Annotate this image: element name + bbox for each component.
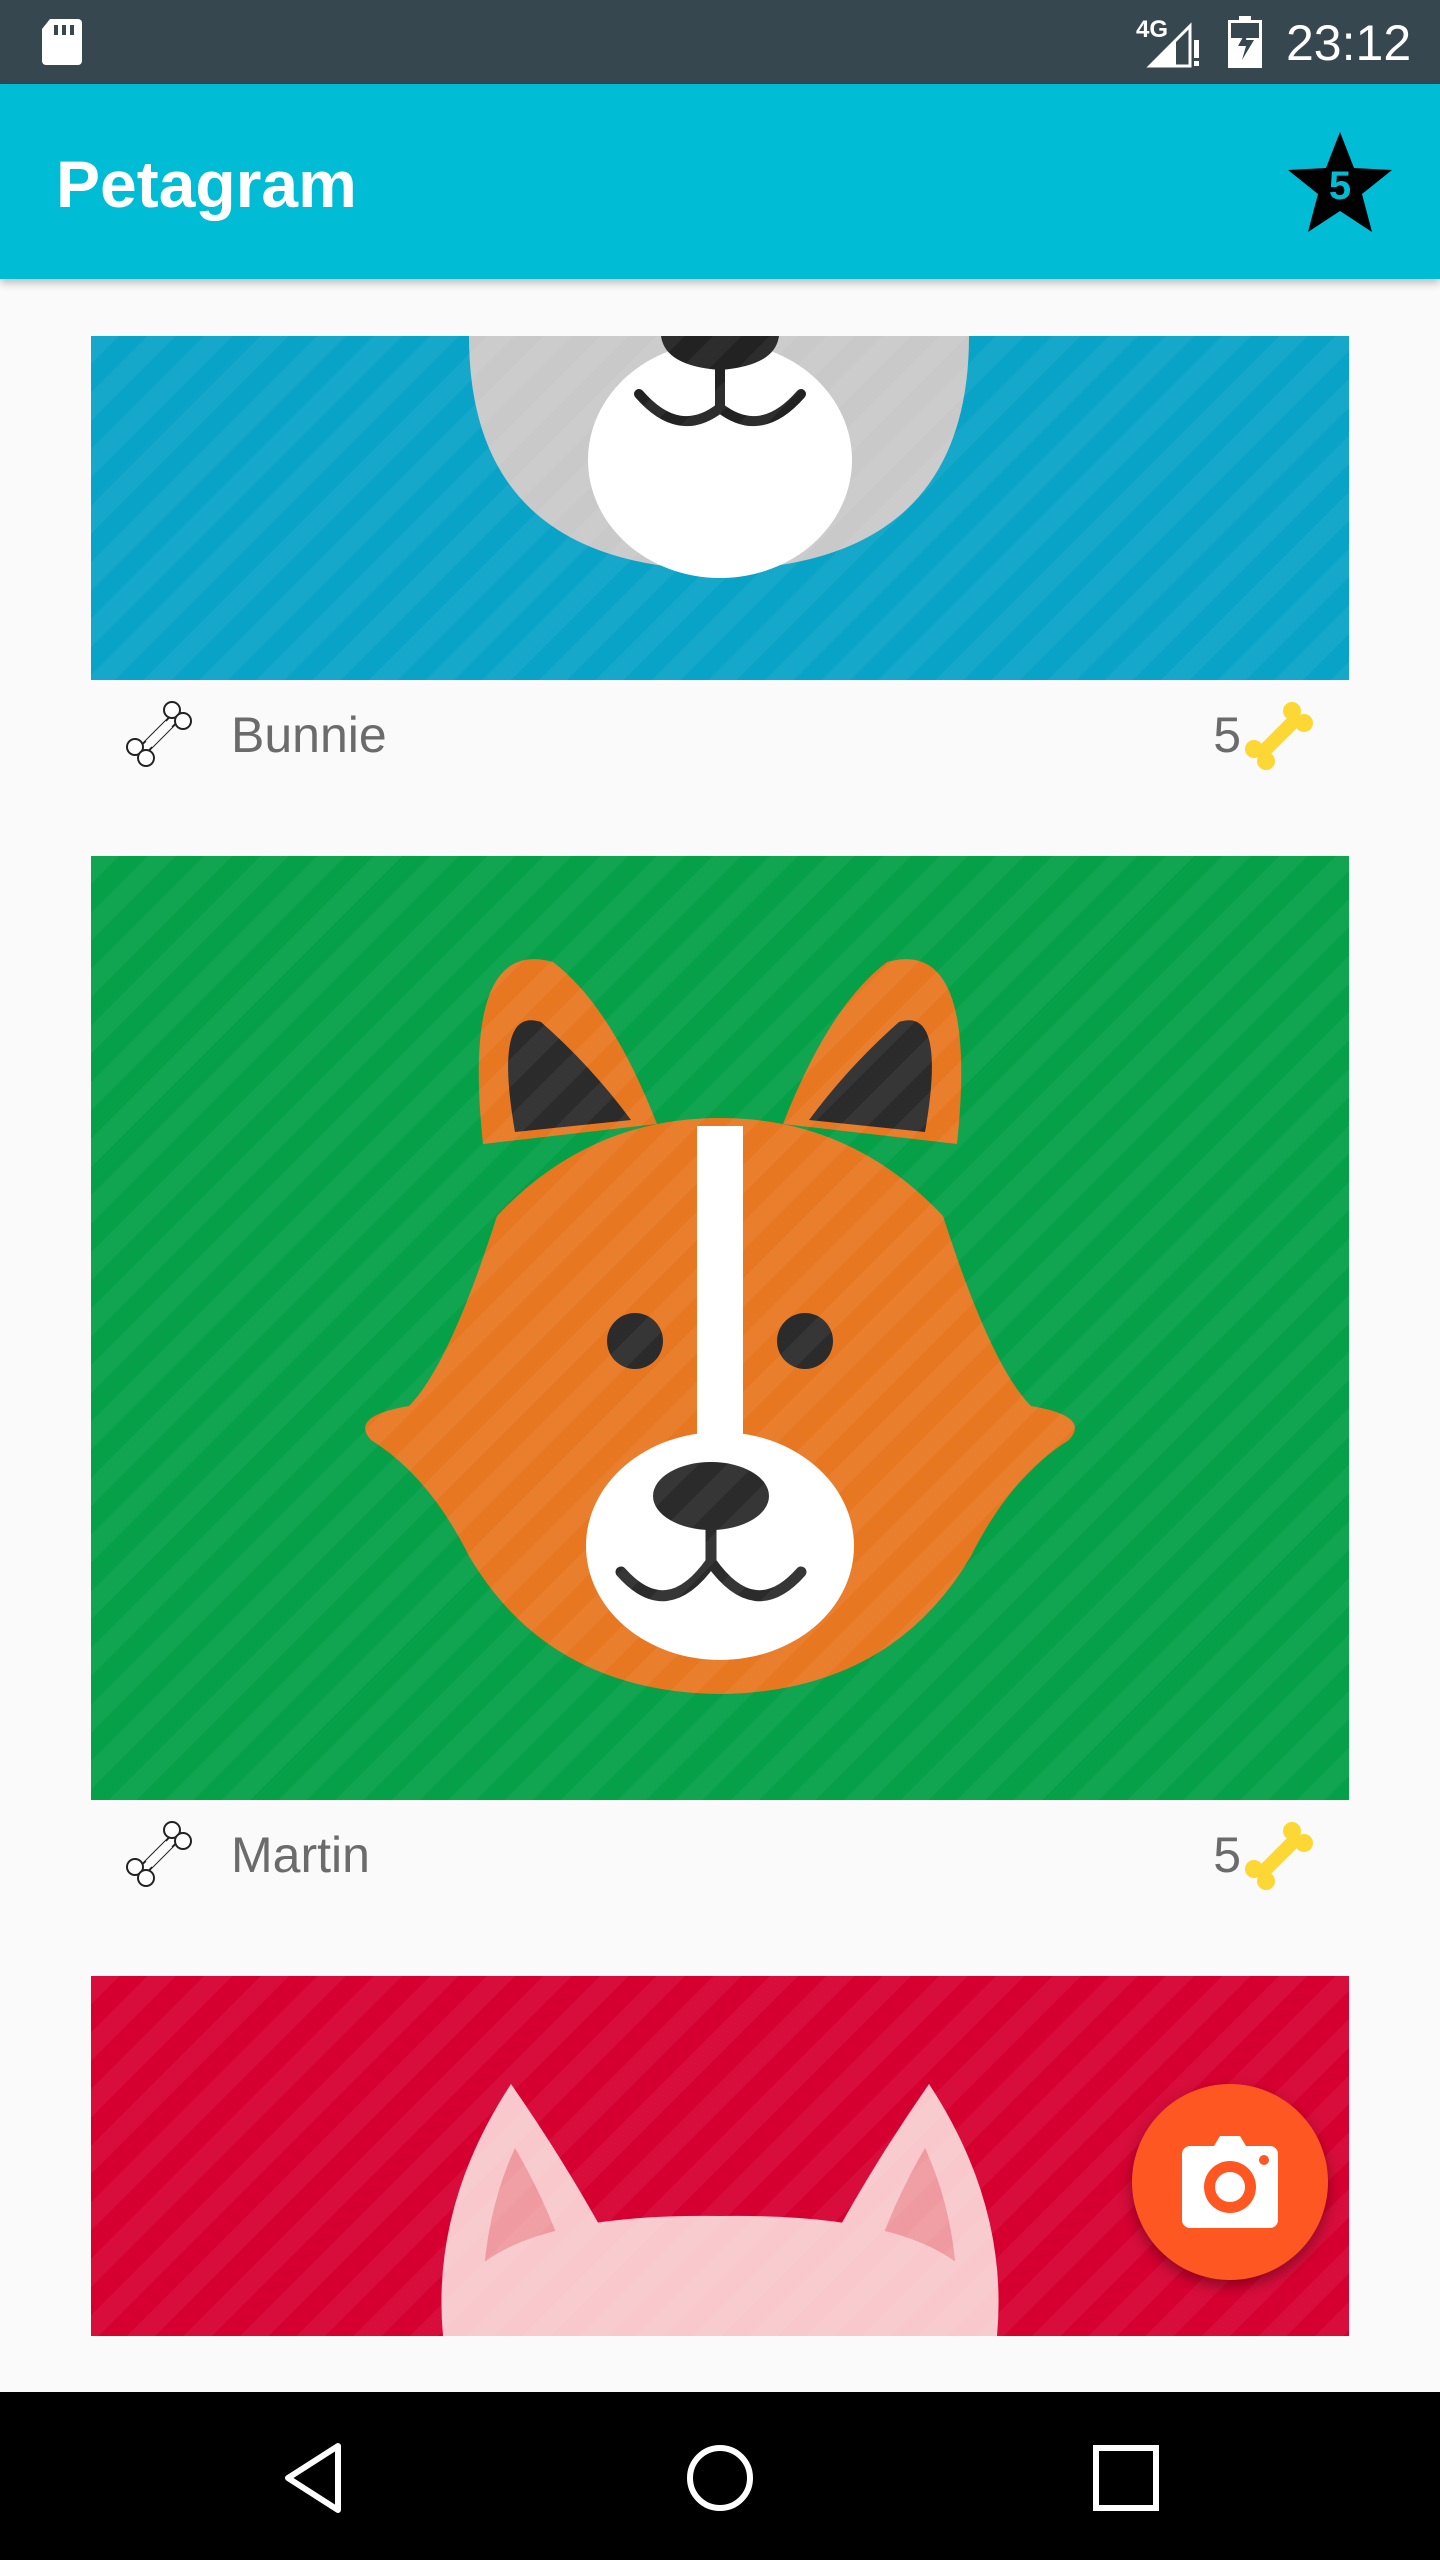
like-count: 5	[1213, 1827, 1241, 1883]
app-title: Petagram	[56, 147, 357, 221]
recents-icon[interactable]	[1086, 2438, 1166, 2518]
pet-image[interactable]	[91, 856, 1349, 1800]
pet-card-footer: Martin 5	[91, 1802, 1349, 1906]
camera-fab[interactable]	[1132, 2084, 1328, 2280]
sd-card-icon	[42, 19, 82, 65]
pet-name: Martin	[231, 1827, 370, 1883]
home-icon[interactable]	[680, 2438, 760, 2518]
clock: 23:12	[1286, 15, 1412, 71]
navigation-bar	[0, 2392, 1440, 2560]
bone-yellow-icon	[1245, 702, 1313, 770]
pet-image[interactable]	[91, 336, 1349, 680]
screen: 4G 23:12 Petagram 5 Bunnie 5 Martin 5	[0, 0, 1440, 2560]
back-icon[interactable]	[276, 2438, 356, 2518]
bone-yellow-icon	[1245, 1822, 1313, 1890]
favorites-count: 5	[1328, 164, 1352, 208]
bone-outline-icon[interactable]	[123, 1818, 195, 1890]
camera-icon	[1182, 2136, 1278, 2228]
pet-card-footer: Bunnie 5	[91, 682, 1349, 786]
battery-icon	[1228, 16, 1262, 68]
status-bar: 4G 23:12	[0, 0, 1440, 84]
bone-outline-icon[interactable]	[123, 698, 195, 770]
app-bar: Petagram 5	[0, 84, 1440, 279]
pet-card: Bunnie 5	[91, 336, 1349, 786]
signal-icon	[1146, 22, 1199, 68]
pet-name: Bunnie	[231, 707, 387, 763]
favorites-button[interactable]: 5	[1284, 128, 1396, 240]
like-count: 5	[1213, 707, 1241, 763]
pet-card: Martin 5	[91, 856, 1349, 1906]
